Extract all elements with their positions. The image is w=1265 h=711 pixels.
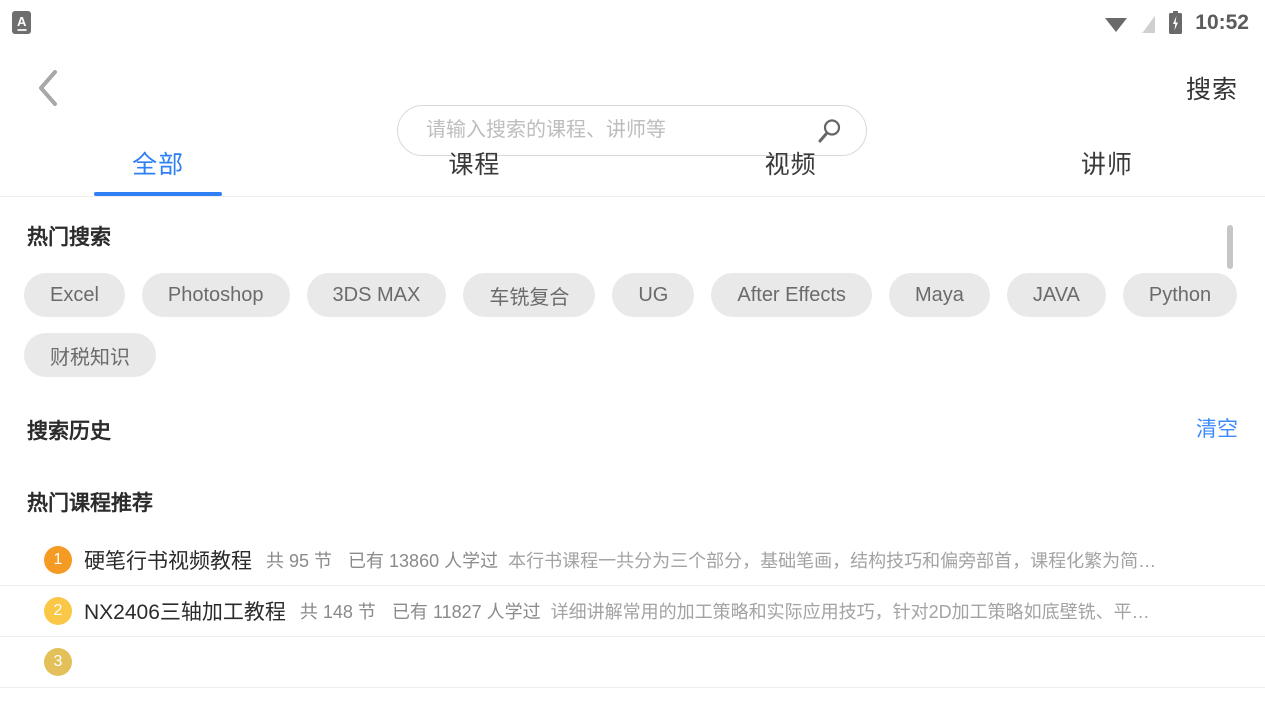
hot-search-chip[interactable]: 财税知识 (24, 333, 156, 377)
back-chevron-icon (39, 69, 57, 106)
course-description: 详细讲解常用的加工策略和实际应用技巧，针对2D加工策略如底壁铣、平… (550, 602, 1150, 622)
hot-search-chip[interactable]: Maya (888, 273, 990, 317)
status-bar-left: A (12, 11, 31, 34)
tab-teachers[interactable]: 讲师 (949, 130, 1265, 196)
course-learner-count: 已有 11827 人学过 (391, 602, 541, 622)
search-history-title: 搜索历史 (27, 420, 111, 443)
course-title: 硬笔行书视频教程 (84, 550, 252, 573)
hot-search-chip[interactable]: UG (612, 273, 695, 317)
clear-history-button[interactable]: 清空 (1196, 413, 1238, 443)
signal-off-icon (1140, 12, 1157, 33)
hot-search-chip[interactable]: 3DS MAX (306, 273, 447, 317)
course-list-item[interactable]: 3 (0, 637, 1265, 688)
tab-all-label: 全部 (132, 151, 185, 179)
hot-search-chip-list: Excel Photoshop 3DS MAX 车铣复合 UG After Ef… (0, 251, 1265, 377)
course-description: 本行书课程一共分为三个部分，基础笔画，结构技巧和偏旁部首，课程化繁为简… (508, 551, 1157, 571)
search-submit-label: 搜索 (1185, 75, 1238, 104)
rank-badge: 3 (44, 648, 72, 676)
hot-search-section: 热门搜索 Excel Photoshop 3DS MAX 车铣复合 UG Aft… (0, 197, 1265, 377)
hot-search-title: 热门搜索 (27, 226, 111, 249)
tab-bar: 全部 课程 视频 讲师 (0, 130, 1265, 197)
tab-all[interactable]: 全部 (0, 130, 316, 196)
status-bar: A 10:52 (0, 0, 1265, 45)
tab-videos[interactable]: 视频 (633, 130, 949, 196)
rank-badge: 1 (44, 546, 72, 574)
status-bar-clock: 10:52 (1195, 10, 1249, 34)
recommended-courses-section: 热门课程推荐 1 硬笔行书视频教程 共 95 节 已有 13860 人学过 本行… (0, 487, 1265, 688)
tab-courses[interactable]: 课程 (316, 130, 632, 196)
search-header: 搜索 (0, 45, 1265, 156)
tab-courses-label: 课程 (448, 151, 501, 179)
vertical-scrollbar-thumb[interactable] (1227, 225, 1233, 269)
hot-search-chip[interactable]: Photoshop (141, 273, 290, 317)
tab-videos-label: 视频 (764, 151, 817, 179)
course-list-item[interactable]: 1 硬笔行书视频教程 共 95 节 已有 13860 人学过 本行书课程一共分为… (0, 535, 1265, 586)
course-list-item[interactable]: 2 NX2406三轴加工教程 共 148 节 已有 11827 人学过 详细讲解… (0, 586, 1265, 637)
back-button[interactable] (0, 45, 96, 130)
hot-search-chip[interactable]: Excel (24, 273, 125, 317)
course-lesson-count: 共 148 节 (299, 602, 376, 622)
search-history-section: 搜索历史 清空 (0, 415, 1265, 455)
hot-search-chip[interactable]: 车铣复合 (463, 273, 596, 317)
battery-charging-icon (1169, 10, 1183, 34)
search-submit-button[interactable]: 搜索 (1186, 45, 1265, 130)
wifi-icon (1105, 17, 1128, 32)
tab-teachers-label: 讲师 (1080, 151, 1133, 179)
course-list: 1 硬笔行书视频教程 共 95 节 已有 13860 人学过 本行书课程一共分为… (0, 535, 1265, 688)
app-notification-icon: A (12, 11, 31, 34)
app-notification-dots (17, 29, 26, 31)
content-area: 热门搜索 Excel Photoshop 3DS MAX 车铣复合 UG Aft… (0, 197, 1265, 710)
recommended-courses-title: 热门课程推荐 (27, 492, 153, 515)
hot-search-chip[interactable]: JAVA (1006, 273, 1106, 317)
course-lesson-count: 共 95 节 (266, 551, 333, 571)
course-title: NX2406三轴加工教程 (84, 601, 286, 624)
status-bar-right: 10:52 (1104, 10, 1249, 35)
app-notification-letter: A (17, 14, 26, 29)
hot-search-chip[interactable]: After Effects (711, 273, 872, 317)
rank-badge: 2 (44, 597, 72, 625)
course-learner-count: 已有 13860 人学过 (348, 551, 499, 571)
hot-search-chip[interactable]: Python (1122, 273, 1238, 317)
